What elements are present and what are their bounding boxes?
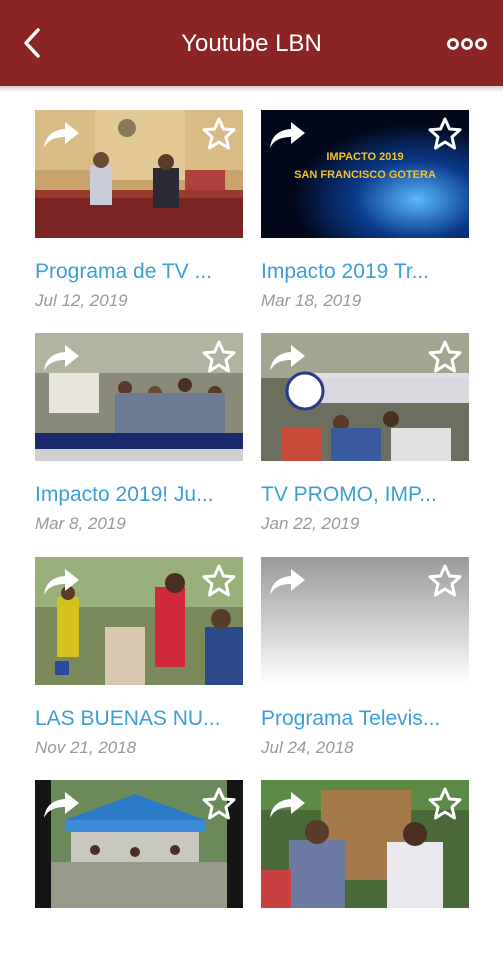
- share-icon[interactable]: [41, 565, 81, 599]
- video-card[interactable]: Programa Televis... Jul 24, 2018: [261, 557, 469, 757]
- video-card[interactable]: TV PROMO, IMP... Jan 22, 2019: [261, 333, 469, 533]
- thumbnail-subheading: SAN FRANCISCO GOTERA: [294, 169, 436, 181]
- video-date: Jan 22, 2019: [261, 514, 360, 533]
- thumbnail-heading: IMPACTO 2019: [326, 151, 403, 163]
- video-thumbnail[interactable]: [35, 333, 243, 461]
- share-icon[interactable]: [267, 565, 307, 599]
- video-card[interactable]: Programa de TV ... Jul 12, 2019: [35, 110, 243, 310]
- video-card[interactable]: [35, 780, 243, 978]
- favorite-star-icon[interactable]: [427, 116, 463, 152]
- video-card[interactable]: LAS BUENAS NU... Nov 21, 2018: [35, 557, 243, 757]
- video-title[interactable]: LAS BUENAS NU...: [35, 705, 243, 733]
- favorite-star-icon[interactable]: [201, 563, 237, 599]
- favorite-star-icon[interactable]: [427, 786, 463, 822]
- video-card[interactable]: Impacto 2019! Ju... Mar 8, 2019: [35, 333, 243, 533]
- favorite-star-icon[interactable]: [427, 339, 463, 375]
- video-card[interactable]: [261, 780, 469, 978]
- favorite-star-icon[interactable]: [427, 563, 463, 599]
- video-date: Mar 8, 2019: [35, 514, 126, 533]
- video-thumbnail[interactable]: [261, 557, 469, 685]
- favorite-star-icon[interactable]: [201, 116, 237, 152]
- favorite-star-icon[interactable]: [201, 339, 237, 375]
- video-thumbnail[interactable]: [261, 333, 469, 461]
- video-title[interactable]: TV PROMO, IMP...: [261, 481, 469, 509]
- video-title[interactable]: Impacto 2019 Tr...: [261, 258, 469, 286]
- video-date: Nov 21, 2018: [35, 738, 137, 757]
- video-title[interactable]: Programa Televis...: [261, 705, 469, 733]
- video-date: Mar 18, 2019: [261, 291, 362, 310]
- video-title[interactable]: Impacto 2019! Ju...: [35, 481, 243, 509]
- share-icon[interactable]: [267, 118, 307, 152]
- share-icon[interactable]: [41, 341, 81, 375]
- video-thumbnail[interactable]: [35, 110, 243, 238]
- favorite-star-icon[interactable]: [201, 786, 237, 822]
- video-grid: Programa de TV ... Jul 12, 2019 IMPACTO …: [0, 0, 503, 908]
- video-thumbnail[interactable]: [35, 557, 243, 685]
- share-icon[interactable]: [267, 788, 307, 822]
- share-icon[interactable]: [267, 341, 307, 375]
- video-thumbnail[interactable]: [261, 780, 469, 908]
- share-icon[interactable]: [41, 118, 81, 152]
- video-thumbnail[interactable]: [35, 780, 243, 908]
- share-icon[interactable]: [41, 788, 81, 822]
- video-card[interactable]: IMPACTO 2019 SAN FRANCISCO GOTERA Impact…: [261, 110, 469, 310]
- video-title[interactable]: Programa de TV ...: [35, 258, 243, 286]
- video-thumbnail[interactable]: IMPACTO 2019 SAN FRANCISCO GOTERA: [261, 110, 469, 238]
- video-date: Jul 24, 2018: [261, 738, 354, 757]
- video-date: Jul 12, 2019: [35, 291, 128, 310]
